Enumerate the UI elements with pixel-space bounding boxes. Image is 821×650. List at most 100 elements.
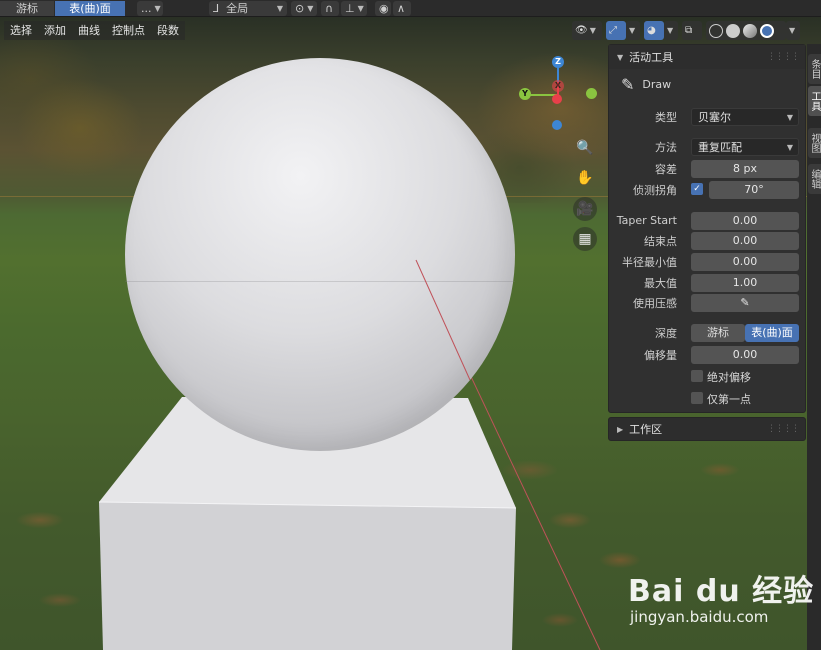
gizmo-dropdown[interactable]: ▼ bbox=[626, 21, 640, 40]
corner-angle-field[interactable]: 70° bbox=[709, 180, 799, 199]
chevron-down-icon: ▼ bbox=[786, 142, 793, 152]
top-header: 游标 表(曲)面 ... ▼ ⅃ 全局 ▼ ⊙ ▼ ∩ ⊥ ▼ ◉ ∧ bbox=[0, 0, 821, 17]
sphere-object[interactable] bbox=[125, 58, 515, 451]
method-row: 方法 重复匹配 ▼ bbox=[609, 137, 807, 156]
orientation-icon: ⅃ bbox=[213, 1, 220, 15]
pan-hand-icon[interactable]: ✋ bbox=[573, 166, 597, 190]
cube-front-face bbox=[99, 502, 516, 650]
grip-icon[interactable]: ⋮⋮⋮⋮ bbox=[767, 52, 800, 62]
chevron-down-icon: ▼ bbox=[357, 3, 364, 13]
watermark-brand: Bai du 经验 bbox=[628, 574, 815, 609]
end-field[interactable]: 0.00 bbox=[691, 231, 799, 250]
abs-offset-row: 绝对偏移 bbox=[609, 367, 807, 386]
menu-segments[interactable]: 段数 bbox=[151, 21, 185, 40]
material-shading-icon[interactable] bbox=[743, 23, 757, 38]
chevron-down-icon: ▼ bbox=[589, 26, 596, 35]
max-label: 最大值 bbox=[644, 276, 677, 290]
abs-offset-checkbox[interactable] bbox=[691, 370, 703, 382]
overlay-icon: ◕ bbox=[647, 25, 656, 36]
taper-start-field[interactable]: 0.00 bbox=[691, 211, 799, 230]
end-row: 结束点 0.00 bbox=[609, 231, 807, 250]
z-axis-ball[interactable]: Z bbox=[552, 56, 564, 68]
method-value: 重复匹配 bbox=[698, 140, 742, 154]
chevron-down-icon: ▼ bbox=[276, 3, 283, 13]
overlay-toggle[interactable]: ◕ bbox=[644, 21, 664, 40]
navigation-gizmo[interactable]: Z Y X bbox=[516, 52, 600, 136]
zoom-icon[interactable]: 🔍 bbox=[573, 136, 597, 160]
snap-toggle[interactable]: ∩ bbox=[321, 0, 339, 16]
type-row: 类型 贝塞尔 ▼ bbox=[609, 107, 807, 126]
x-axis-ball[interactable]: X bbox=[552, 80, 564, 92]
xray-toggle[interactable]: ⧉ bbox=[682, 21, 702, 40]
menu-add[interactable]: 添加 bbox=[38, 21, 72, 40]
rendered-shading-icon[interactable] bbox=[760, 23, 774, 38]
visibility-dropdown[interactable]: 👁 ▼ bbox=[572, 21, 602, 40]
chevron-down-icon: ▼ bbox=[789, 26, 796, 35]
panel-header[interactable]: ▼ 活动工具 ⋮⋮⋮⋮ bbox=[609, 45, 805, 69]
workspace-panel-header[interactable]: ▶ 工作区 ⋮⋮⋮⋮ bbox=[608, 417, 806, 441]
tolerance-field[interactable]: 8 px bbox=[691, 159, 799, 178]
tab-surface[interactable]: 表(曲)面 bbox=[55, 0, 125, 16]
type-dropdown[interactable]: 贝塞尔 ▼ bbox=[691, 107, 799, 126]
chevron-down-icon: ▼ bbox=[786, 112, 793, 122]
camera-icon[interactable]: 🎥 bbox=[573, 197, 597, 221]
first-point-checkbox[interactable] bbox=[691, 392, 703, 404]
offset-field[interactable]: 0.00 bbox=[691, 345, 799, 364]
more-dropdown[interactable]: ... ▼ bbox=[137, 0, 163, 16]
neg-x-axis-ball[interactable] bbox=[552, 94, 562, 104]
proportional-edit-icon: ◉ bbox=[379, 1, 389, 15]
tab-view[interactable]: 视图 bbox=[808, 128, 821, 158]
corner-row: 侦测拐角 ✓ 70° bbox=[609, 180, 807, 199]
first-point-row: 仅第一点 bbox=[609, 389, 807, 408]
menu-curve[interactable]: 曲线 bbox=[72, 21, 106, 40]
falloff-curve-icon: ∧ bbox=[397, 1, 406, 15]
neg-z-axis-ball[interactable] bbox=[552, 120, 562, 130]
tool-name-row: ✎ Draw bbox=[609, 69, 805, 99]
tab-item[interactable]: 条目 bbox=[808, 54, 821, 84]
chevron-down-icon: ▼ bbox=[307, 3, 314, 13]
pressure-toggle[interactable]: ✎ bbox=[691, 293, 799, 312]
depth-cursor-option[interactable]: 游标 bbox=[691, 323, 745, 342]
depth-row: 深度 游标 表(曲)面 bbox=[609, 323, 807, 342]
active-tool-panel: ▼ 活动工具 ⋮⋮⋮⋮ ✎ Draw 类型 贝塞尔 ▼ 方法 重复匹配 ▼ 容差… bbox=[608, 44, 806, 413]
gizmo-toggle[interactable]: ⤢ bbox=[606, 21, 626, 40]
proportional-edit-toggle[interactable]: ◉ bbox=[375, 0, 391, 16]
abs-offset-label: 绝对偏移 bbox=[707, 370, 751, 384]
end-label: 结束点 bbox=[644, 234, 677, 248]
corner-label: 侦测拐角 bbox=[633, 183, 677, 197]
pivot-icon: ⊙ bbox=[295, 1, 305, 15]
viewport-header-tools: 👁 ▼ ⤢ ▼ ◕ ▼ ⧉ ▼ bbox=[572, 21, 800, 40]
neg-y-axis-ball[interactable] bbox=[586, 88, 597, 99]
tab-edit[interactable]: 编辑 bbox=[808, 164, 821, 194]
radius-min-field[interactable]: 0.00 bbox=[691, 252, 799, 271]
expand-triangle-icon: ▶ bbox=[617, 424, 624, 434]
more-label: ... bbox=[141, 1, 152, 15]
grip-icon[interactable]: ⋮⋮⋮⋮ bbox=[767, 424, 800, 434]
method-dropdown[interactable]: 重复匹配 ▼ bbox=[691, 137, 799, 156]
max-field[interactable]: 1.00 bbox=[691, 273, 799, 292]
overlay-dropdown[interactable]: ▼ bbox=[664, 21, 678, 40]
y-axis-ball[interactable]: Y bbox=[519, 88, 531, 100]
corner-checkbox[interactable]: ✓ bbox=[691, 183, 703, 195]
offset-label: 偏移量 bbox=[644, 348, 677, 362]
solid-shading-icon[interactable] bbox=[726, 23, 740, 38]
panel-title: 活动工具 bbox=[629, 51, 674, 64]
depth-surface-option[interactable]: 表(曲)面 bbox=[745, 323, 799, 342]
snap-dropdown[interactable]: ⊥ ▼ bbox=[341, 0, 367, 16]
menu-control-points[interactable]: 控制点 bbox=[106, 21, 151, 40]
method-label: 方法 bbox=[655, 140, 677, 154]
wireframe-shading-icon[interactable] bbox=[709, 23, 723, 38]
xray-icon: ⧉ bbox=[685, 25, 693, 36]
tab-tool[interactable]: 工具 bbox=[808, 86, 821, 116]
tool-name: Draw bbox=[642, 77, 672, 91]
orientation-dropdown[interactable]: ⅃ 全局 ▼ bbox=[209, 0, 287, 16]
falloff-dropdown[interactable]: ∧ bbox=[393, 0, 411, 16]
radius-min-row: 半径最小值 0.00 bbox=[609, 252, 807, 271]
gizmo-icon: ⤢ bbox=[609, 25, 617, 36]
shading-dropdown[interactable]: ▼ bbox=[786, 21, 800, 40]
watermark-url: jingyan.baidu.com bbox=[630, 608, 769, 626]
menu-select[interactable]: 选择 bbox=[4, 21, 38, 40]
pivot-dropdown[interactable]: ⊙ ▼ bbox=[291, 0, 317, 16]
perspective-grid-icon[interactable]: ▦ bbox=[573, 227, 597, 251]
tab-cursor[interactable]: 游标 bbox=[0, 0, 54, 16]
